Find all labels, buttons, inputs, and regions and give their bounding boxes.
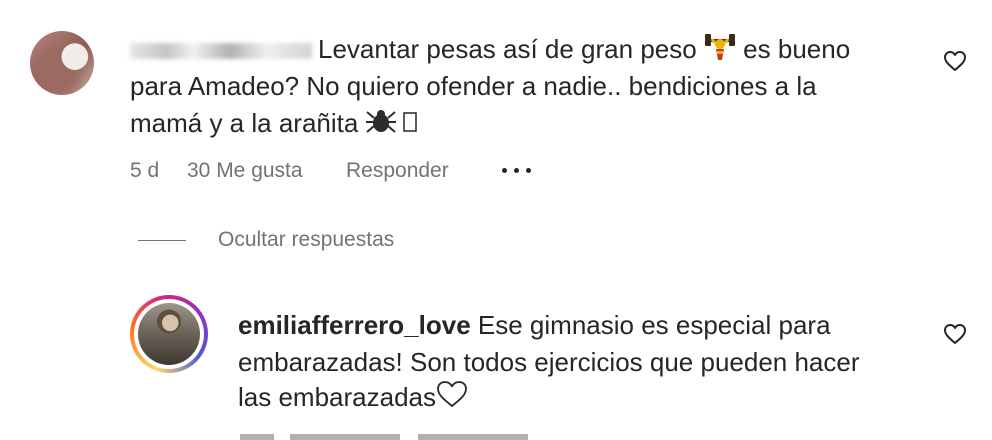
story-ring[interactable] bbox=[130, 295, 208, 373]
like-count[interactable]: 30 Me gusta bbox=[187, 159, 303, 183]
comment-text-line-1: emiliafferrero_love Ese gimnasio es espe… bbox=[238, 307, 831, 344]
heart-icon[interactable] bbox=[943, 49, 967, 73]
avatar-border bbox=[134, 299, 204, 369]
white-heart-emoji-icon bbox=[436, 380, 468, 418]
hide-replies-label: Ocultar respuestas bbox=[218, 228, 395, 251]
comment-time[interactable]: 5 d bbox=[130, 159, 159, 183]
comment-text: es bueno bbox=[743, 34, 851, 64]
hide-replies-button[interactable]: Ocultar respuestas bbox=[138, 228, 394, 252]
comment-text-line-1: Levantar pesas así de gran peso es bueno bbox=[130, 31, 850, 71]
dot bbox=[526, 168, 531, 173]
comment-text-line-2: para Amadeo? No quiero ofender a nadie..… bbox=[130, 71, 817, 101]
more-options-icon[interactable] bbox=[502, 168, 536, 174]
avatar bbox=[138, 303, 200, 365]
username[interactable]: emiliafferrero_love bbox=[238, 310, 471, 340]
comment-text-line-2: embarazadas! Son todos ejercicios que pu… bbox=[238, 347, 860, 377]
reply-button[interactable]: Responder bbox=[346, 159, 449, 183]
missing-glyph-icon bbox=[403, 107, 417, 144]
comment-text-line-3: mamá y a la arañita bbox=[130, 105, 417, 144]
divider bbox=[138, 239, 186, 241]
spider-emoji-icon bbox=[365, 107, 396, 144]
comment-text-line-3: las embarazadas bbox=[238, 379, 468, 418]
dot bbox=[502, 168, 507, 173]
weightlifter-emoji-icon bbox=[704, 31, 736, 71]
dot bbox=[514, 168, 519, 173]
comment-text: las embarazadas bbox=[238, 382, 436, 412]
comment-text: Ese gimnasio es especial para bbox=[477, 310, 831, 340]
blurred-username[interactable] bbox=[130, 43, 312, 60]
heart-icon[interactable] bbox=[943, 322, 967, 346]
comment-text: Levantar pesas así de gran peso bbox=[318, 34, 697, 64]
avatar[interactable] bbox=[30, 31, 94, 95]
comment-text: mamá y a la arañita bbox=[130, 108, 359, 138]
